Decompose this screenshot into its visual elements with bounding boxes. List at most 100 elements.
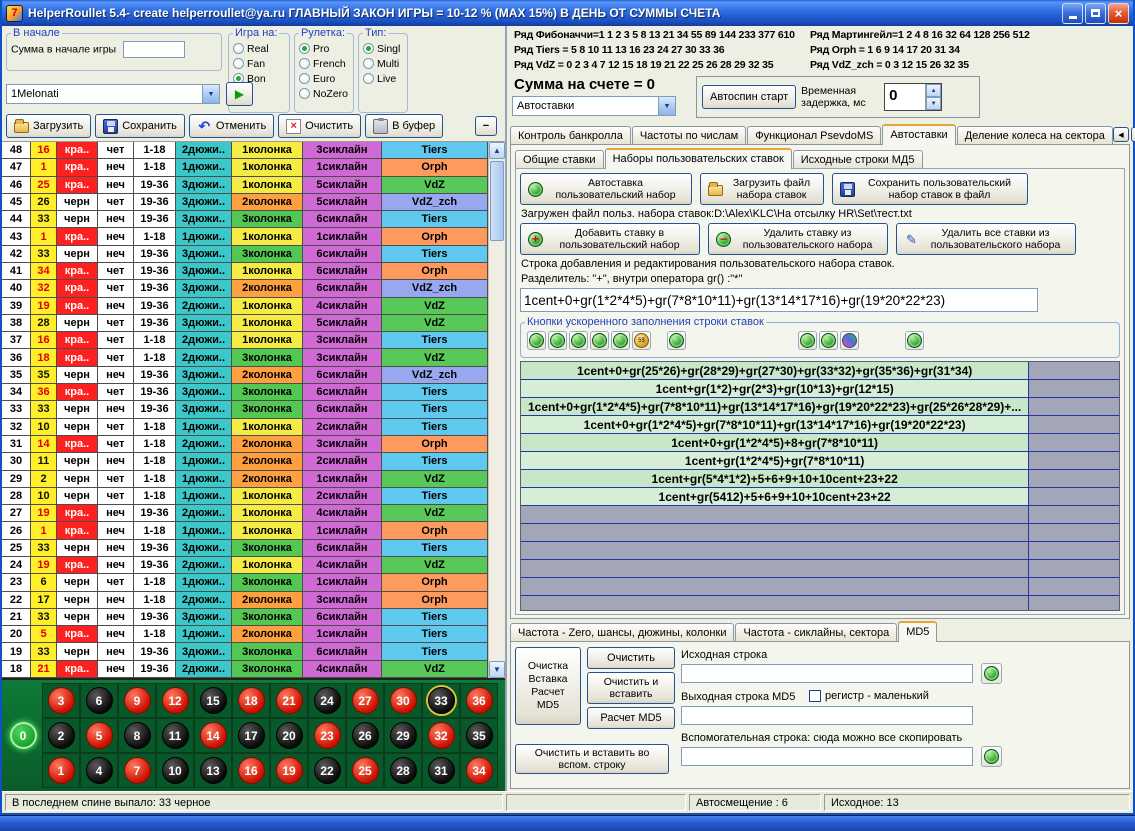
board-number-20[interactable]: 20	[270, 718, 308, 753]
board-number-12[interactable]: 12	[156, 683, 194, 718]
radio-singl[interactable]: Singl	[363, 41, 403, 56]
board-number-17[interactable]: 17	[232, 718, 270, 753]
bet-list-item[interactable]: 1cent+0+gr(1*2*4*5)+8+gr(7*8*10*11)	[521, 434, 1119, 452]
md5-clear-paste-aux-button[interactable]: Очистить и вставить во вспом. строку	[515, 744, 669, 774]
board-number-16[interactable]: 16	[232, 753, 270, 788]
board-number-32[interactable]: 32	[422, 718, 460, 753]
board-number-4[interactable]: 4	[80, 753, 118, 788]
maximize-button[interactable]	[1085, 3, 1106, 24]
spins-row-41[interactable]: 4134кра..чет19-363дюжи..1колонка6сиклайн…	[2, 263, 488, 280]
radio-nozero[interactable]: NoZero	[299, 86, 349, 101]
radio-live[interactable]: Live	[363, 71, 403, 86]
spins-row-36[interactable]: 3618кра..чет1-182дюжи..3колонка3сиклайнV…	[2, 349, 488, 366]
bet-list-empty-row[interactable]	[521, 578, 1119, 596]
tab-freq-zero-chances-dozens-columns[interactable]: Частота - Zero, шансы, дюжины, колонки	[510, 623, 734, 641]
board-number-3[interactable]: 3	[42, 683, 80, 718]
profile-select[interactable]: 1Melonati ▼	[6, 84, 220, 104]
autobet-user-set-button[interactable]: Автоставка пользовательский набор	[520, 173, 692, 205]
board-number-27[interactable]: 27	[346, 683, 384, 718]
bet-list-empty-row[interactable]	[521, 524, 1119, 542]
md5-clear-button[interactable]: Очистить	[587, 647, 675, 669]
copy-to-buffer-button[interactable]: В буфер	[365, 114, 443, 138]
bet-list-item[interactable]: 1cent+0+gr(1*2*4*5)+gr(7*8*10*11)+gr(13*…	[521, 398, 1119, 416]
bet-list-empty-row[interactable]	[521, 596, 1119, 611]
md5-copy-source-button[interactable]	[981, 663, 1002, 684]
radio-pro[interactable]: Pro	[299, 41, 349, 56]
save-bet-file-button[interactable]: Сохранить пользовательский набор ставок …	[832, 173, 1028, 205]
board-number-9[interactable]: 9	[118, 683, 156, 718]
board-number-11[interactable]: 11	[156, 718, 194, 753]
clear-button[interactable]: ×Очистить	[278, 114, 361, 138]
radio-real[interactable]: Real	[233, 41, 285, 56]
spins-row-39[interactable]: 3919кра..неч19-362дюжи..1колонка4сиклайн…	[2, 298, 488, 315]
spins-row-38[interactable]: 3828чернчет19-363дюжи..1колонка5сиклайнV…	[2, 315, 488, 332]
spins-row-46[interactable]: 4625кра..неч19-363дюжи..1колонка5сиклайн…	[2, 177, 488, 194]
autospin-start-button[interactable]: Автоспин старт	[702, 85, 796, 109]
spins-row-42[interactable]: 4233черннеч19-363дюжи..3колонка6сиклайнT…	[2, 246, 488, 263]
remove-all-bets-button[interactable]: ✎ Удалить все ставки из пользовательског…	[896, 223, 1076, 255]
spins-row-45[interactable]: 4526чернчет19-363дюжи..2колонка5сиклайнV…	[2, 194, 488, 211]
board-number-1[interactable]: 1	[42, 753, 80, 788]
board-number-13[interactable]: 13	[194, 753, 232, 788]
chip-button-3-2[interactable]	[819, 331, 838, 350]
undo-button[interactable]: ↶Отменить	[189, 114, 274, 138]
tab-general-bets[interactable]: Общие ставки	[515, 150, 604, 168]
spins-row-43[interactable]: 431кра..неч1-181дюжи..1колонка1сиклайнOr…	[2, 228, 488, 245]
board-number-30[interactable]: 30	[384, 683, 422, 718]
board-number-6[interactable]: 6	[80, 683, 118, 718]
spins-row-28[interactable]: 2810чернчет1-181дюжи..1колонка2сиклайнTi…	[2, 488, 488, 505]
spins-row-30[interactable]: 3011черннеч1-181дюжи..2колонка2сиклайнTi…	[2, 453, 488, 470]
play-button[interactable]: ▶	[226, 82, 253, 106]
spins-row-34[interactable]: 3436кра..чет19-363дюжи..3колонка6сиклайн…	[2, 384, 488, 401]
md5-clear-paste-calc-button[interactable]: Очистка Вставка Расчет MD5	[515, 647, 581, 725]
chip-button-2-1[interactable]	[667, 331, 686, 350]
chip-button-1-6[interactable]: 5$	[632, 331, 651, 350]
windows-taskbar[interactable]	[0, 815, 1135, 831]
board-number-33[interactable]: 33	[422, 683, 460, 718]
autobets-select[interactable]: Автоставки ▼	[512, 96, 676, 116]
board-number-5[interactable]: 5	[80, 718, 118, 753]
bet-string-input[interactable]	[520, 288, 1038, 312]
bet-list-item[interactable]: 1cent+gr(1*2)+gr(2*3)+gr(10*13)+gr(12*15…	[521, 380, 1119, 398]
load-button[interactable]: Загрузить	[6, 114, 91, 138]
spinner-down-button[interactable]: ▼	[926, 97, 941, 110]
md5-copy-aux-button[interactable]	[981, 746, 1002, 767]
chip-button-1-1[interactable]	[527, 331, 546, 350]
board-number-29[interactable]: 29	[384, 718, 422, 753]
board-number-21[interactable]: 21	[270, 683, 308, 718]
collapse-button[interactable]: −	[475, 116, 497, 136]
add-bet-button[interactable]: Добавить ставку в пользовательский набор	[520, 223, 700, 255]
spins-row-47[interactable]: 471кра..неч1-181дюжи..1колонка1сиклайнOr…	[2, 159, 488, 176]
spins-row-25[interactable]: 2533черннеч19-363дюжи..3колонка6сиклайнT…	[2, 540, 488, 557]
spins-row-21[interactable]: 2133черннеч19-363дюжи..3колонка6сиклайнT…	[2, 609, 488, 626]
board-number-36[interactable]: 36	[460, 683, 498, 718]
chip-button-4-1[interactable]	[905, 331, 924, 350]
board-number-28[interactable]: 28	[384, 753, 422, 788]
board-number-2[interactable]: 2	[42, 718, 80, 753]
spins-row-26[interactable]: 261кра..неч1-181дюжи..1колонка1сиклайнOr…	[2, 522, 488, 539]
chip-button-1-2[interactable]	[548, 331, 567, 350]
tab-wheel-sectors[interactable]: Деление колеса на сектора	[957, 126, 1113, 144]
delay-spinner[interactable]: 0 ▲ ▼	[884, 83, 942, 111]
radio-multi[interactable]: Multi	[363, 56, 403, 71]
board-number-25[interactable]: 25	[346, 753, 384, 788]
spins-row-35[interactable]: 3535черннеч19-363дюжи..2колонка6сиклайнV…	[2, 367, 488, 384]
bet-list-item[interactable]: 1cent+0+gr(1*2*4*5)+gr(7*8*10*11)+gr(13*…	[521, 416, 1119, 434]
spins-row-18[interactable]: 1821кра..неч19-362дюжи..3колонка4сиклайн…	[2, 661, 488, 678]
tab-user-bet-sets[interactable]: Наборы пользовательских ставок	[605, 148, 792, 169]
spins-row-44[interactable]: 4433черннеч19-363дюжи..3колонка6сиклайнT…	[2, 211, 488, 228]
bet-list-item[interactable]: 1cent+0+gr(25*26)+gr(28*29)+gr(27*30)+gr…	[521, 362, 1119, 380]
tab-freq-sixlines-sectors[interactable]: Частота - сиклайны, сектора	[735, 623, 897, 641]
spins-row-23[interactable]: 236чернчет1-181дюжи..3колонка1сиклайнOrp…	[2, 574, 488, 591]
tab-md5-source-strings[interactable]: Исходные строки МД5	[793, 150, 923, 168]
tab-md5[interactable]: MD5	[898, 621, 937, 642]
spins-row-20[interactable]: 205кра..неч1-181дюжи..2колонка1сиклайнTi…	[2, 626, 488, 643]
scrollbar-thumb[interactable]	[490, 161, 504, 241]
save-button[interactable]: Сохранить	[95, 114, 185, 138]
chip-button-3-3[interactable]	[840, 331, 859, 350]
md5-output-input[interactable]	[681, 706, 973, 725]
md5-case-checkbox[interactable]: регистр - маленький	[809, 690, 929, 702]
spins-row-29[interactable]: 292чернчет1-181дюжи..2колонка1сиклайнVdZ	[2, 471, 488, 488]
minimize-button[interactable]	[1062, 3, 1083, 24]
chip-button-1-4[interactable]	[590, 331, 609, 350]
